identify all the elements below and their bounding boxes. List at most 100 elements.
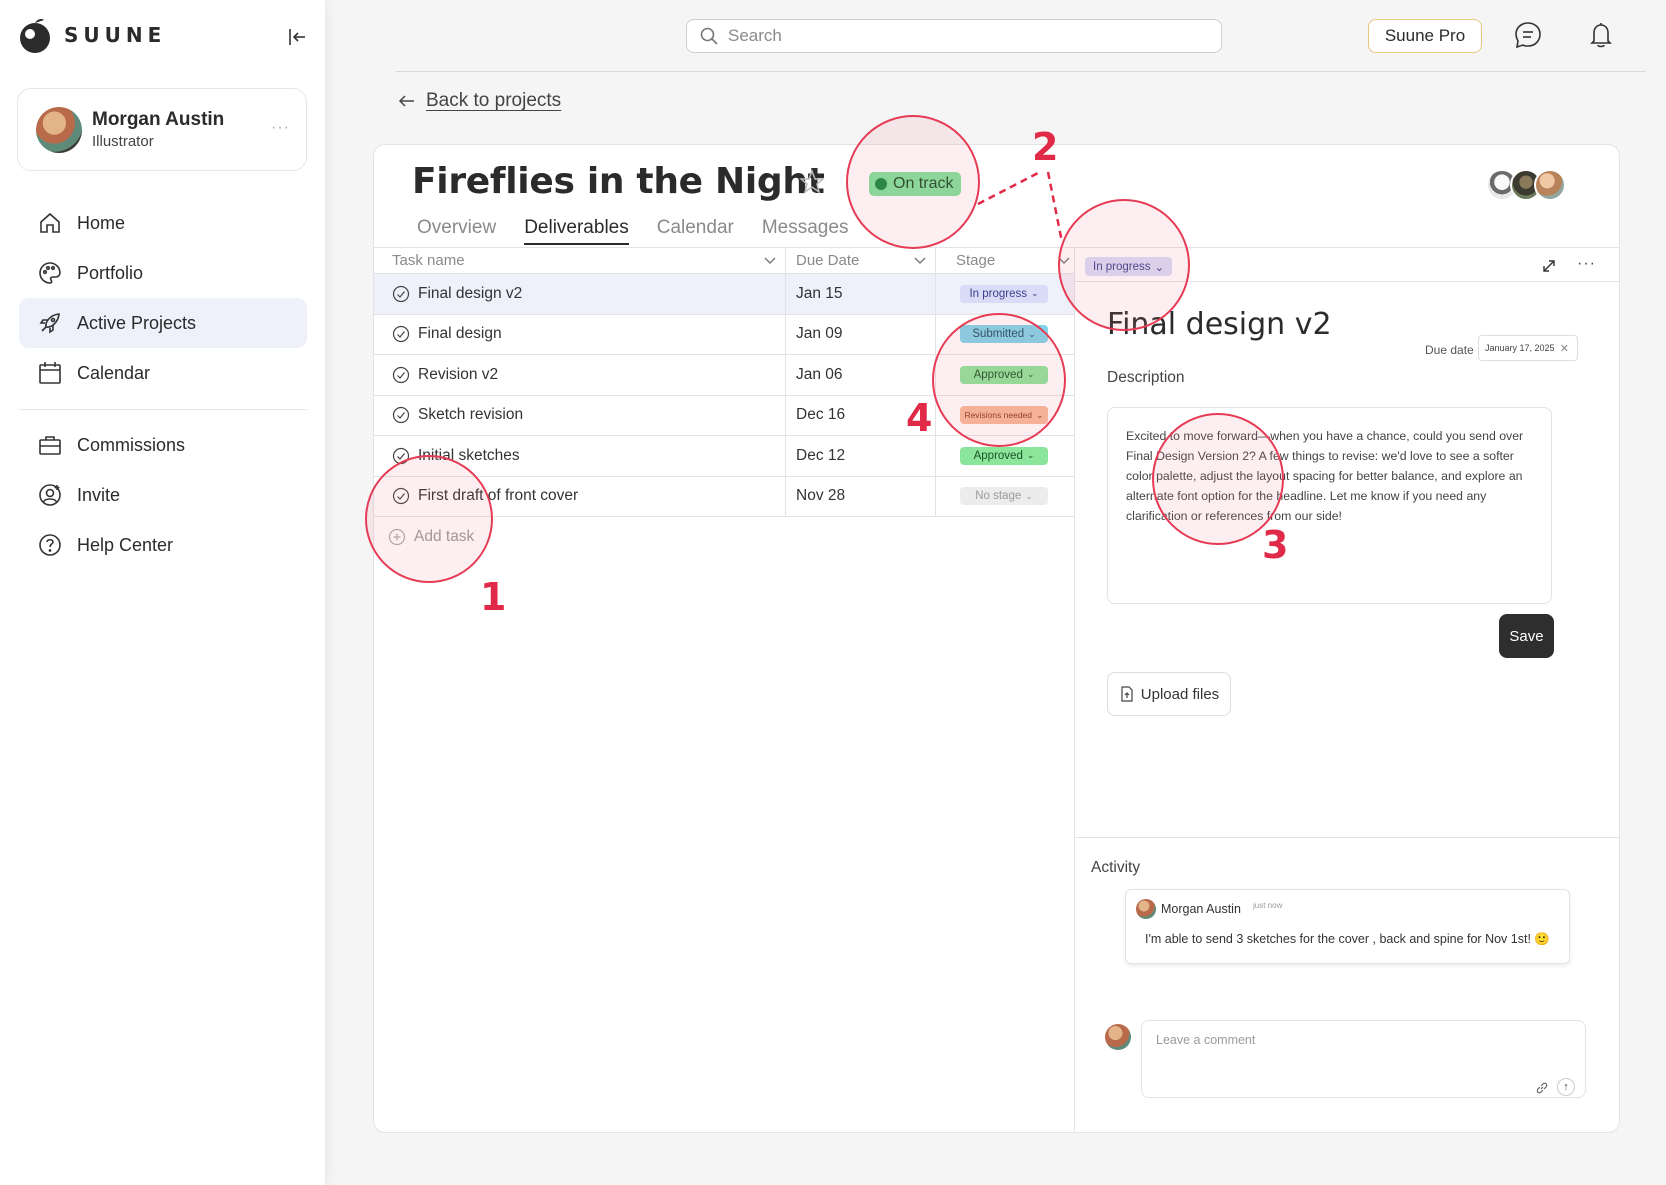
- stage-label: Revisions needed: [964, 410, 1033, 421]
- tab-deliverables[interactable]: Deliverables: [524, 217, 629, 245]
- link-icon[interactable]: [1535, 1081, 1549, 1095]
- nav-divider: [19, 409, 307, 410]
- chevron-down-icon[interactable]: [1057, 253, 1071, 267]
- stage-dropdown[interactable]: Submitted ⌄: [960, 325, 1048, 344]
- upload-label: Upload files: [1140, 685, 1220, 703]
- stage-cell: In progress ⌄: [936, 274, 1073, 314]
- chevron-down-icon: ⌄: [1030, 288, 1039, 299]
- status-dot-icon: [875, 178, 887, 190]
- chat-icon[interactable]: [1513, 20, 1543, 50]
- due-cell: Jan 15: [786, 274, 936, 314]
- stage-dropdown[interactable]: Approved ⌄: [960, 446, 1048, 465]
- expand-icon[interactable]: [1540, 257, 1558, 275]
- tab-overview[interactable]: Overview: [417, 217, 496, 245]
- comment-input[interactable]: [1141, 1020, 1586, 1098]
- brand-wordmark: SUUNE: [64, 23, 167, 47]
- nav-item-help-center[interactable]: Help Center: [19, 520, 307, 570]
- stage-label: No stage: [975, 490, 1022, 503]
- more-icon[interactable]: ···: [1577, 255, 1596, 273]
- search-bar[interactable]: [686, 19, 1222, 53]
- profile-role: Illustrator: [92, 133, 154, 150]
- briefcase-icon: [39, 436, 61, 455]
- due-cell: Dec 12: [786, 436, 936, 476]
- check-circle-icon[interactable]: [392, 285, 410, 303]
- send-icon[interactable]: ↑: [1557, 1078, 1575, 1096]
- table-row[interactable]: Sketch revision Dec 16 Revisions needed ⌄: [374, 395, 1074, 436]
- description-label: Description: [1107, 369, 1185, 386]
- status-badge[interactable]: On track: [869, 172, 962, 196]
- upload-files-button[interactable]: Upload files: [1107, 672, 1231, 716]
- table-row[interactable]: Final design Jan 09 Submitted ⌄: [374, 314, 1074, 355]
- column-header-task[interactable]: Task name: [374, 248, 786, 273]
- rocket-icon: [39, 313, 60, 334]
- due-date: Dec 12: [796, 446, 846, 464]
- chevron-down-icon: ⌄: [1036, 409, 1044, 420]
- task-cell: Revision v2: [374, 355, 786, 395]
- stage-dropdown[interactable]: Approved ⌄: [960, 365, 1048, 384]
- calendar-icon: [39, 362, 61, 384]
- avatar: [36, 106, 82, 153]
- back-to-projects-link[interactable]: Back to projects: [398, 90, 561, 112]
- check-circle-icon[interactable]: [392, 406, 410, 424]
- add-task-button[interactable]: Add task: [374, 517, 1074, 557]
- column-header-due[interactable]: Due Date: [786, 248, 936, 273]
- check-circle-icon[interactable]: [392, 366, 410, 384]
- task-cell: First draft of front cover: [374, 476, 786, 516]
- nav-label: Invite: [77, 484, 121, 505]
- due-date: Jan 15: [796, 284, 843, 302]
- member-avatars[interactable]: [1486, 169, 1566, 201]
- collapse-sidebar-icon[interactable]: [286, 26, 308, 48]
- stage-dropdown[interactable]: In progress ⌄: [960, 284, 1048, 303]
- tab-calendar[interactable]: Calendar: [657, 217, 734, 245]
- nav-label: Active Projects: [77, 312, 197, 333]
- save-button[interactable]: Save: [1499, 614, 1554, 658]
- star-icon[interactable]: [799, 169, 825, 195]
- check-circle-icon[interactable]: [392, 447, 410, 465]
- tab-messages[interactable]: Messages: [762, 217, 849, 245]
- table-row[interactable]: First draft of front cover Nov 28 No stage…: [374, 476, 1074, 517]
- table-row[interactable]: Final design v2 Jan 15 In progress ⌄: [374, 274, 1074, 315]
- stage-dropdown[interactable]: In progress ⌄: [1085, 257, 1173, 276]
- stage-dropdown[interactable]: Revisions needed ⌄: [960, 406, 1048, 425]
- table-row[interactable]: Initial sketches Dec 12 Approved ⌄: [374, 436, 1074, 477]
- bell-icon[interactable]: [1586, 20, 1616, 50]
- nav-item-invite[interactable]: Invite: [19, 470, 307, 520]
- chevron-down-icon[interactable]: [763, 253, 777, 267]
- brand[interactable]: SUUNE: [16, 16, 166, 54]
- nav-label: Help Center: [77, 534, 174, 555]
- nav-secondary: Commissions Invite Help Center: [19, 420, 307, 570]
- table-header: Task name Due Date Stage: [374, 247, 1074, 274]
- check-circle-icon[interactable]: [392, 325, 410, 343]
- nav-item-commissions[interactable]: Commissions: [19, 420, 307, 470]
- stage-cell: Submitted ⌄: [936, 315, 1073, 355]
- check-circle-icon[interactable]: [392, 487, 410, 505]
- profile-card[interactable]: Morgan Austin Illustrator ···: [17, 88, 307, 171]
- due-date: Dec 16: [796, 406, 846, 424]
- task-title[interactable]: Final design v2: [1107, 307, 1332, 342]
- column-label: Stage: [956, 252, 996, 269]
- due-date-field[interactable]: January 17, 2025 ✕: [1478, 335, 1578, 361]
- clear-date-icon[interactable]: ✕: [1560, 342, 1569, 355]
- comment-text: I'm able to send 3 sketches for the cove…: [1145, 932, 1550, 946]
- divider: [1075, 837, 1620, 838]
- suune-pro-button[interactable]: Suune Pro: [1368, 19, 1482, 53]
- search-input[interactable]: [728, 26, 1198, 46]
- nav-label: Portfolio: [77, 262, 144, 283]
- chevron-down-icon: ⌄: [1026, 450, 1035, 461]
- more-icon[interactable]: ···: [271, 119, 290, 137]
- stage-dropdown[interactable]: No stage ⌄: [960, 487, 1048, 506]
- nav-item-portfolio[interactable]: Portfolio: [19, 248, 307, 298]
- search-icon: [700, 27, 718, 45]
- column-header-stage[interactable]: Stage: [936, 248, 1073, 273]
- description-field[interactable]: Excited to move forward—when you have a …: [1107, 407, 1552, 604]
- nav-item-home[interactable]: Home: [19, 198, 307, 248]
- task-cell: Sketch revision: [374, 395, 786, 435]
- stage-label: In progress: [1093, 260, 1151, 273]
- task-cell: Final design: [374, 314, 786, 354]
- deliverables-table: Task name Due Date Stage Final design v2…: [374, 247, 1074, 557]
- nav-item-active-projects[interactable]: Active Projects: [19, 298, 307, 348]
- table-row[interactable]: Revision v2 Jan 06 Approved ⌄: [374, 355, 1074, 396]
- due-date: Jan 06: [796, 365, 843, 383]
- nav-item-calendar[interactable]: Calendar: [19, 348, 307, 398]
- chevron-down-icon[interactable]: [913, 253, 927, 267]
